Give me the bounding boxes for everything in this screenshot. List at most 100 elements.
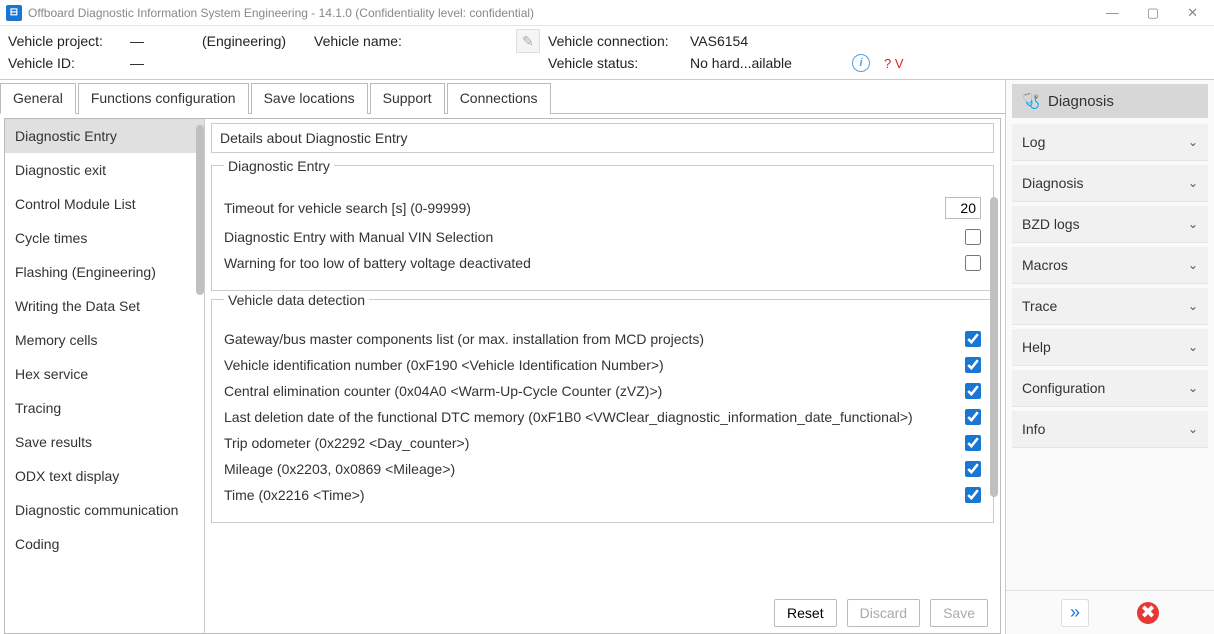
vehicle-data-detection-group: Vehicle data detection Gateway/bus maste… xyxy=(211,299,994,523)
sidebar-item-flashing-engineering-[interactable]: Flashing (Engineering) xyxy=(5,255,204,289)
detection-row-label: Time (0x2216 <Time>) xyxy=(224,487,965,503)
accordion-label: Info xyxy=(1022,421,1045,437)
tab-support[interactable]: Support xyxy=(370,83,445,114)
tab-connections[interactable]: Connections xyxy=(447,83,551,114)
detection-row-checkbox[interactable] xyxy=(965,487,981,503)
engineering-label: (Engineering) xyxy=(202,33,312,49)
detection-row-checkbox[interactable] xyxy=(965,435,981,451)
accordion-macros[interactable]: Macros ⌄ xyxy=(1012,247,1208,284)
sidebar-item-save-results[interactable]: Save results xyxy=(5,425,204,459)
vehicle-status-value: No hard...ailable xyxy=(690,55,850,71)
detection-row-checkbox[interactable] xyxy=(965,357,981,373)
chevron-down-icon: ⌄ xyxy=(1188,340,1198,354)
panel-title: Details about Diagnostic Entry xyxy=(211,123,994,153)
app-icon: ⊟ xyxy=(6,5,22,21)
stethoscope-icon: 🩺 xyxy=(1022,92,1040,110)
group-legend: Vehicle data detection xyxy=(224,292,369,308)
info-bar: Vehicle project: — (Engineering) Vehicle… xyxy=(0,26,1214,80)
forward-icon[interactable]: » xyxy=(1061,599,1089,627)
sidebar: Diagnostic EntryDiagnostic exitControl M… xyxy=(5,119,205,633)
detection-row-checkbox[interactable] xyxy=(965,383,981,399)
accordion-bzd-logs[interactable]: BZD logs ⌄ xyxy=(1012,206,1208,243)
tabstrip: GeneralFunctions configurationSave locat… xyxy=(0,80,1005,114)
accordion-diagnosis[interactable]: Diagnosis ⌄ xyxy=(1012,165,1208,202)
content-scrollbar[interactable] xyxy=(990,197,998,497)
accordion-label: Configuration xyxy=(1022,380,1105,396)
accordion-configuration[interactable]: Configuration ⌄ xyxy=(1012,370,1208,407)
save-button[interactable]: Save xyxy=(930,599,988,627)
discard-button[interactable]: Discard xyxy=(847,599,920,627)
sidebar-item-diagnostic-entry[interactable]: Diagnostic Entry xyxy=(5,119,204,153)
info-icon[interactable]: i xyxy=(852,54,870,72)
window-title: Offboard Diagnostic Information System E… xyxy=(28,6,534,20)
reset-button[interactable]: Reset xyxy=(774,599,837,627)
question-v-icon[interactable]: ? V xyxy=(884,56,914,71)
edit-icon[interactable]: ✎ xyxy=(516,29,540,53)
accordion-trace[interactable]: Trace ⌄ xyxy=(1012,288,1208,325)
group-legend: Diagnostic Entry xyxy=(224,158,334,174)
accordion-label: Diagnosis xyxy=(1022,175,1083,191)
chevron-down-icon: ⌄ xyxy=(1188,258,1198,272)
vehicle-connection-value: VAS6154 xyxy=(690,33,850,49)
sidebar-item-cycle-times[interactable]: Cycle times xyxy=(5,221,204,255)
detection-row-checkbox[interactable] xyxy=(965,409,981,425)
vehicle-name-label: Vehicle name: xyxy=(314,33,514,49)
vehicle-id-label: Vehicle ID: xyxy=(8,55,128,71)
detection-row-label: Gateway/bus master components list (or m… xyxy=(224,331,965,347)
tab-save-locations[interactable]: Save locations xyxy=(251,83,368,114)
sidebar-item-writing-the-data-set[interactable]: Writing the Data Set xyxy=(5,289,204,323)
actionbar: Reset Discard Save xyxy=(205,593,1000,633)
detection-row-label: Trip odometer (0x2292 <Day_counter>) xyxy=(224,435,965,451)
detection-row-label: Mileage (0x2203, 0x0869 <Mileage>) xyxy=(224,461,965,477)
vehicle-project-value: — xyxy=(130,33,200,49)
detection-row-label: Last deletion date of the functional DTC… xyxy=(224,409,965,425)
content-panel: Details about Diagnostic Entry Diagnosti… xyxy=(205,119,1000,633)
sidebar-scrollbar[interactable] xyxy=(196,125,204,295)
maximize-button[interactable]: ▢ xyxy=(1147,5,1159,21)
vehicle-project-label: Vehicle project: xyxy=(8,33,128,49)
accordion-help[interactable]: Help⌄ xyxy=(1012,329,1208,366)
vehicle-id-value: — xyxy=(130,55,200,71)
battery-warning-checkbox[interactable] xyxy=(965,255,981,271)
minimize-button[interactable]: — xyxy=(1106,5,1119,21)
detection-row-label: Vehicle identification number (0xF190 <V… xyxy=(224,357,965,373)
detection-row-label: Central elimination counter (0x04A0 <War… xyxy=(224,383,965,399)
accordion-label: Macros xyxy=(1022,257,1068,273)
accordion-log[interactable]: Log ⌄ xyxy=(1012,124,1208,161)
accordion-label: Trace xyxy=(1022,298,1057,314)
sidebar-item-diagnostic-exit[interactable]: Diagnostic exit xyxy=(5,153,204,187)
diagnostic-entry-group: Diagnostic Entry Timeout for vehicle sea… xyxy=(211,165,994,291)
right-panel-header: 🩺 Diagnosis xyxy=(1012,84,1208,118)
sidebar-item-diagnostic-communication[interactable]: Diagnostic communication xyxy=(5,493,204,527)
chevron-down-icon: ⌄ xyxy=(1188,422,1198,436)
accordion-label: Log xyxy=(1022,134,1045,150)
sidebar-item-odx-text-display[interactable]: ODX text display xyxy=(5,459,204,493)
sidebar-item-memory-cells[interactable]: Memory cells xyxy=(5,323,204,357)
chevron-down-icon: ⌄ xyxy=(1188,176,1198,190)
accordion-label: BZD logs xyxy=(1022,216,1080,232)
tab-functions-configuration[interactable]: Functions configuration xyxy=(78,83,249,114)
manual-vin-checkbox[interactable] xyxy=(965,229,981,245)
chevron-down-icon: ⌄ xyxy=(1188,135,1198,149)
chevron-down-icon: ⌄ xyxy=(1188,381,1198,395)
titlebar: ⊟ Offboard Diagnostic Information System… xyxy=(0,0,1214,26)
close-button[interactable]: ✕ xyxy=(1187,5,1198,21)
tab-general[interactable]: General xyxy=(0,83,76,114)
sidebar-item-control-module-list[interactable]: Control Module List xyxy=(5,187,204,221)
vehicle-status-label: Vehicle status: xyxy=(548,55,688,71)
cancel-icon[interactable]: ✖ xyxy=(1137,602,1159,624)
timeout-label: Timeout for vehicle search [s] (0-99999) xyxy=(224,200,945,216)
manual-vin-label: Diagnostic Entry with Manual VIN Selecti… xyxy=(224,229,965,245)
timeout-input[interactable] xyxy=(945,197,981,219)
sidebar-item-hex-service[interactable]: Hex service xyxy=(5,357,204,391)
chevron-down-icon: ⌄ xyxy=(1188,217,1198,231)
right-panel: 🩺 Diagnosis Log⌄Diagnosis⌄BZD logs⌄Macro… xyxy=(1006,80,1214,634)
sidebar-item-coding[interactable]: Coding xyxy=(5,527,204,561)
sidebar-item-tracing[interactable]: Tracing xyxy=(5,391,204,425)
detection-row-checkbox[interactable] xyxy=(965,461,981,477)
vehicle-connection-label: Vehicle connection: xyxy=(548,33,688,49)
battery-warning-label: Warning for too low of battery voltage d… xyxy=(224,255,965,271)
accordion-info[interactable]: Info ⌄ xyxy=(1012,411,1208,448)
chevron-down-icon: ⌄ xyxy=(1188,299,1198,313)
detection-row-checkbox[interactable] xyxy=(965,331,981,347)
